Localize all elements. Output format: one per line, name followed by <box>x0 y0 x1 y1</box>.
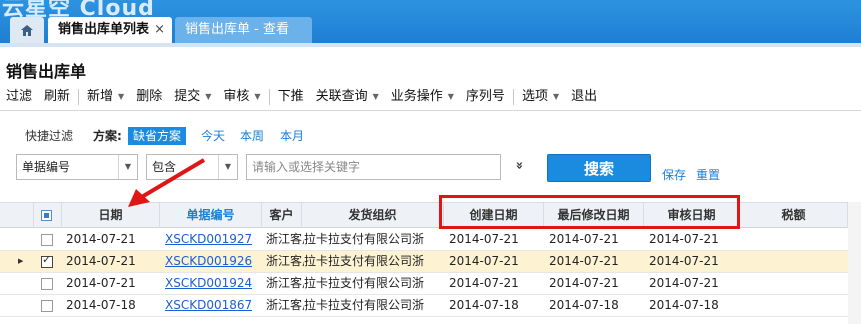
annotation-arrow-icon <box>128 158 206 207</box>
